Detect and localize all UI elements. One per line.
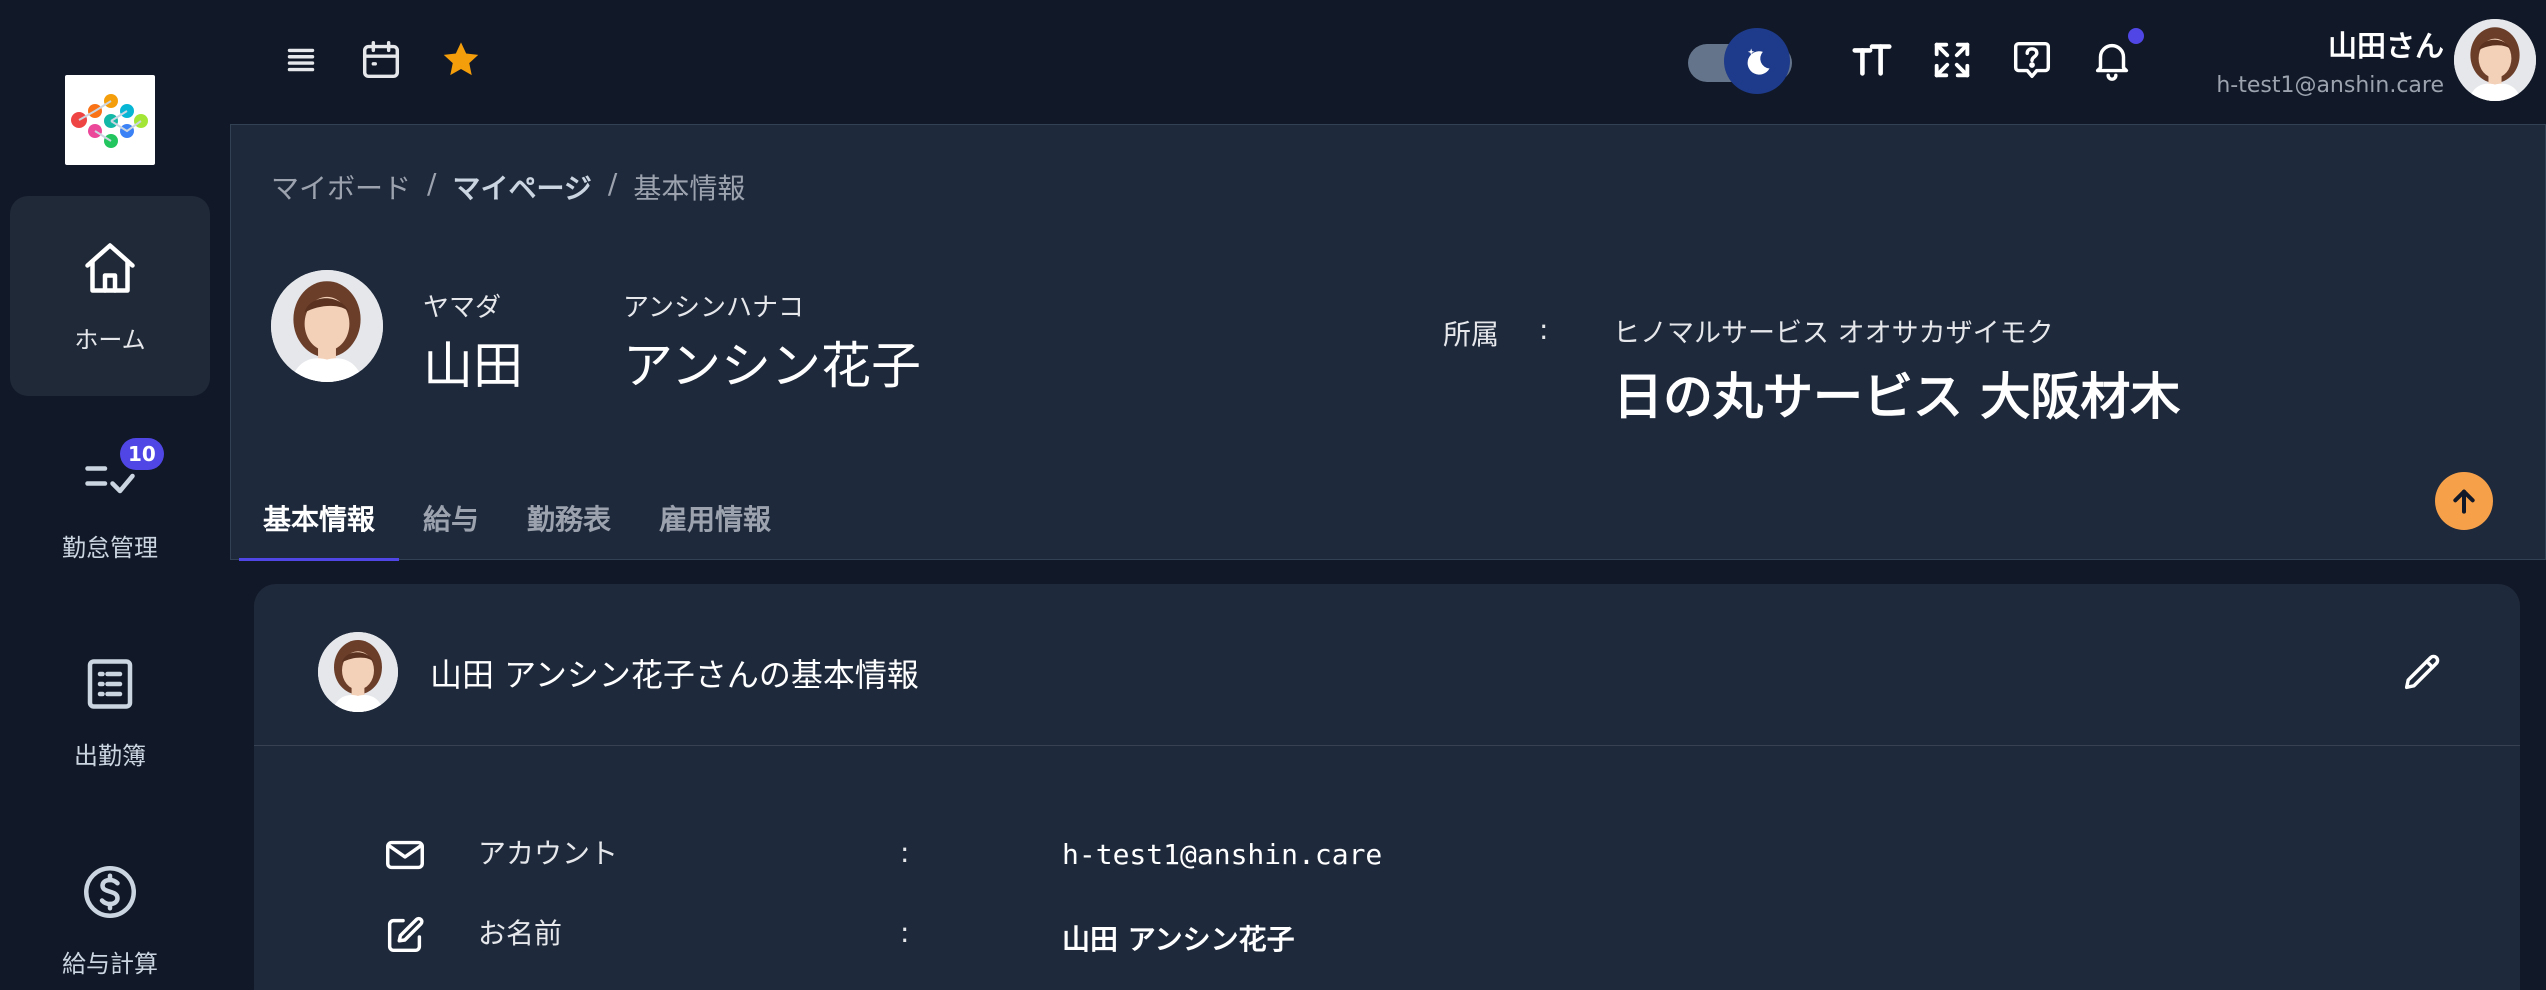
dollar-icon	[80, 862, 140, 922]
sidebar-item-label: ホーム	[74, 325, 146, 354]
avatar	[2454, 19, 2536, 101]
edit-icon	[382, 912, 428, 958]
sidebar-item-label: 給与計算	[62, 949, 158, 978]
account-value: h-test1@anshin.care	[1062, 838, 1383, 871]
user-email: h-test1@anshin.care	[2216, 72, 2444, 98]
breadcrumb-item: 基本情報	[633, 172, 746, 205]
user-name: 山田さん	[2327, 28, 2444, 63]
last-name: 山田	[423, 337, 523, 395]
breadcrumb-separator: /	[427, 167, 437, 200]
last-name-kana: ヤマダ	[423, 293, 502, 323]
tab-salary[interactable]: 給与	[399, 481, 503, 561]
breadcrumb-separator: /	[607, 167, 618, 200]
tab-work-schedule[interactable]: 勤務表	[503, 481, 635, 561]
card-title: 山田 アンシン花子さんの基本情報	[430, 656, 919, 694]
sidebar: ホーム 10 勤怠管理 出勤簿 給与計算	[0, 0, 230, 990]
info-colon: :	[900, 836, 910, 869]
affiliation-name: 日の丸サービス 大阪材木	[1613, 368, 2181, 426]
document-list-icon	[80, 654, 140, 714]
notification-badge: 10	[120, 437, 164, 470]
first-name-block: アンシンハナコ アンシン花子	[623, 287, 921, 398]
help-icon	[2013, 41, 2051, 79]
fullscreen-icon	[1934, 42, 1970, 78]
theme-toggle[interactable]	[1688, 28, 1818, 94]
name-value: 山田 アンシン花子	[1062, 923, 1295, 956]
info-label: アカウント	[478, 837, 619, 870]
sidebar-item-label: 勤怠管理	[62, 533, 158, 562]
font-size-icon	[1852, 44, 1892, 76]
sidebar-item-home[interactable]: ホーム	[10, 196, 210, 396]
top-bar: 山田さん h-test1@anshin.care	[230, 0, 2546, 124]
breadcrumb-item[interactable]: マイボード	[271, 167, 411, 207]
breadcrumb: マイボード / マイページ / 基本情報	[271, 167, 745, 207]
scroll-top-button[interactable]	[2435, 472, 2493, 530]
home-icon	[80, 238, 140, 298]
notification-button[interactable]	[2086, 28, 2144, 86]
info-row-account: アカウント : h-test1@anshin.care	[254, 826, 2520, 886]
sidebar-item-payroll[interactable]: 給与計算	[10, 820, 210, 990]
mail-icon	[382, 832, 428, 878]
last-name-block: ヤマダ 山田	[423, 287, 523, 398]
profile-header: マイボード / マイページ / 基本情報 ヤマダ 山田 アンシンハナコ アンシン…	[230, 124, 2546, 561]
affiliation-colon: :	[1539, 313, 1549, 346]
tab-employment-info[interactable]: 雇用情報	[635, 481, 795, 561]
favorite-button[interactable]	[435, 34, 487, 86]
info-label: お名前	[478, 917, 563, 950]
first-name-kana: アンシンハナコ	[623, 293, 804, 323]
calendar-icon	[362, 41, 400, 79]
edit-button[interactable]	[2394, 644, 2450, 700]
checklist-icon: 10	[80, 437, 164, 506]
card-avatar	[318, 632, 398, 712]
app-logo[interactable]	[65, 75, 155, 165]
profile-tabs: 基本情報 給与 勤務表 雇用情報	[239, 481, 795, 561]
notification-dot	[2128, 28, 2144, 44]
moon-icon	[1724, 28, 1790, 94]
sidebar-item-timesheet[interactable]: 出勤簿	[10, 612, 210, 812]
info-colon: :	[900, 916, 910, 949]
fullscreen-button[interactable]	[1926, 34, 1978, 86]
affiliation-label: 所属	[1443, 318, 1500, 351]
help-button[interactable]	[2006, 34, 2058, 86]
profile-avatar	[271, 270, 383, 382]
first-name: アンシン花子	[623, 337, 921, 395]
tab-basic-info[interactable]: 基本情報	[239, 481, 400, 561]
colorful-dots-logo-icon	[71, 94, 148, 148]
breadcrumb-item[interactable]: マイページ	[452, 167, 591, 207]
arrow-up-icon	[2453, 489, 2475, 514]
sidebar-item-label: 出勤簿	[74, 741, 146, 770]
basic-info-card: 山田 アンシン花子さんの基本情報 アカウント : h-test1@anshin.…	[254, 584, 2520, 990]
menu-icon	[287, 48, 315, 72]
info-row-name: お名前 : 山田 アンシン花子	[254, 906, 2520, 966]
card-header: 山田 アンシン花子さんの基本情報	[254, 584, 2520, 746]
menu-button[interactable]	[275, 34, 327, 86]
calendar-button[interactable]	[355, 34, 407, 86]
affiliation-kana: ヒノマルサービス オオサカザイモク	[1613, 318, 2054, 349]
star-icon	[443, 42, 479, 76]
user-menu[interactable]: 山田さん h-test1@anshin.care	[2216, 18, 2536, 102]
font-size-button[interactable]	[1846, 34, 1898, 86]
pencil-icon	[2404, 654, 2440, 690]
sidebar-item-attendance[interactable]: 10 勤怠管理	[10, 404, 210, 604]
bell-icon	[2095, 43, 2129, 81]
